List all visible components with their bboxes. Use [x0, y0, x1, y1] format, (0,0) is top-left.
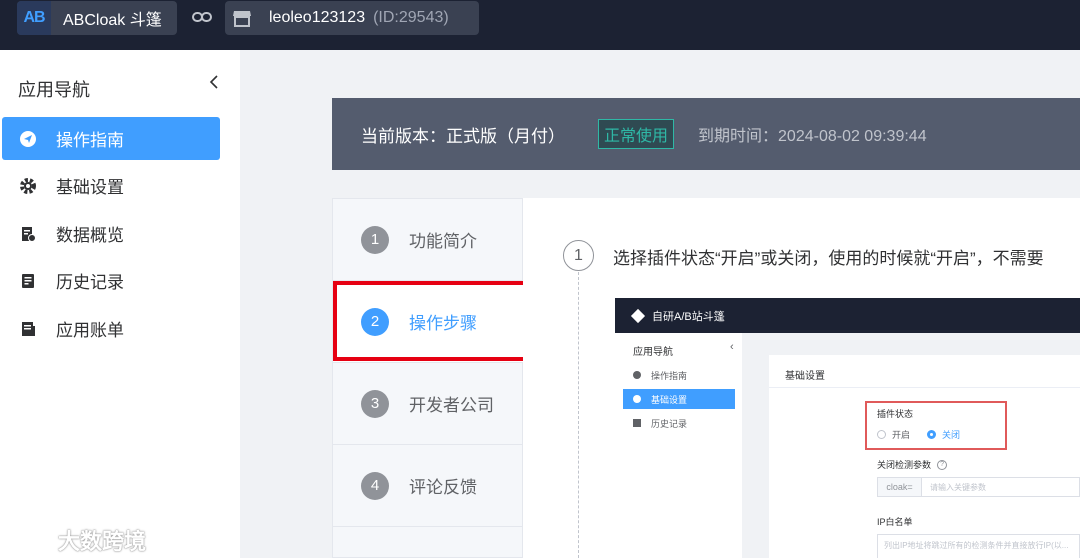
sidebar-title: 应用导航 — [18, 80, 90, 100]
status-badge: 正常使用 — [598, 119, 675, 149]
divider — [769, 387, 1080, 388]
sidebar-item-history[interactable]: 历史记录 — [2, 259, 220, 302]
ip-whitelist-label: IP白名单 — [877, 517, 913, 527]
sidebar-item-overview[interactable]: 数据概览 — [2, 212, 220, 255]
input-placeholder: 请输入关键参数 — [930, 482, 986, 492]
plugin-status-label: 插件状态 — [877, 409, 914, 419]
store-switcher[interactable]: leoleo123123 (ID:29543) — [225, 1, 479, 35]
watermark-text: 大数跨境 — [58, 529, 147, 554]
app-logo: AB — [17, 1, 51, 35]
embedded-card-title: 基础设置 — [785, 371, 825, 382]
compass-icon — [633, 371, 641, 379]
embedded-topbar: 自研A/B站斗篷 — [615, 298, 1080, 333]
step-number: 3 — [361, 389, 389, 418]
store-icon — [225, 1, 259, 35]
sidebar-item-label: 操作指南 — [56, 131, 124, 150]
compass-icon — [18, 129, 38, 149]
param-label-row: 关闭检测参数 ? — [877, 458, 948, 471]
watermark-logo-icon — [10, 531, 52, 549]
step-number: 1 — [361, 225, 389, 254]
step-instruction: 选择插件状态“开启”或关闭，使用的时候就“开启”，不需要 — [613, 249, 1044, 268]
embedded-settings-card: 基础设置 插件状态 开启 关闭 关闭检测参数 ? cloak= 请输入关键参数 … — [769, 355, 1080, 558]
timeline-step-number: 1 — [563, 240, 594, 271]
steps-nav: 1 功能简介 2 操作步骤 3 开发者公司 4 评论反馈 — [332, 198, 524, 558]
step-item-intro[interactable]: 1 功能简介 — [333, 199, 524, 281]
embedded-param-input: cloak= 请输入关键参数 — [877, 477, 1080, 497]
help-icon: ? — [937, 459, 948, 470]
radio-circle — [877, 430, 886, 439]
timeline-line — [578, 272, 579, 558]
gear-icon — [633, 395, 641, 403]
embedded-screenshot: 自研A/B站斗篷 应用导航 ‹ 操作指南 基础设置 历史记录 基础设置 插件状态… — [615, 298, 1080, 558]
step-label: 评论反馈 — [409, 478, 477, 497]
sidebar-item-label: 历史记录 — [56, 273, 124, 292]
embedded-nav-item: 基础设置 — [623, 389, 735, 409]
expire-time: 到期时间：2024-08-02 09:39:44 — [698, 128, 927, 145]
radio-off: 关闭 — [927, 428, 960, 441]
radio-circle — [927, 430, 936, 439]
sidebar-item-label: 基础设置 — [56, 178, 124, 197]
embedded-nav-title: 应用导航 — [633, 347, 673, 358]
embedded-nav-label: 历史记录 — [651, 418, 688, 429]
version-label: 当前版本：正式版（月付） — [361, 126, 565, 146]
gear-icon — [18, 176, 38, 196]
radio-label: 关闭 — [942, 430, 961, 440]
embedded-sidebar: 应用导航 ‹ 操作指南 基础设置 历史记录 — [615, 333, 742, 558]
sidebar-item-label: 应用账单 — [56, 321, 124, 340]
link-icon[interactable] — [191, 9, 213, 25]
data-report-icon — [18, 224, 38, 244]
bill-icon — [18, 319, 38, 339]
app-switcher[interactable]: AB ABCloak 斗篷 — [17, 1, 177, 35]
chevron-left-icon: ‹ — [730, 341, 734, 353]
step-label: 功能简介 — [409, 232, 477, 251]
document-icon — [18, 271, 38, 291]
watermark: 大数跨境 — [8, 524, 146, 556]
radio-on: 开启 — [877, 428, 910, 441]
sidebar-item-bill[interactable]: 应用账单 — [2, 307, 220, 350]
sidebar-item-label: 数据概览 — [56, 226, 124, 245]
cube-icon — [630, 308, 646, 323]
app-name: ABCloak 斗篷 — [63, 12, 162, 29]
input-prefix: cloak= — [878, 478, 922, 496]
bar-chart-icon — [633, 419, 641, 427]
step-label: 开发者公司 — [409, 396, 494, 415]
store-id: (ID:29543) — [373, 9, 449, 26]
radio-label: 开启 — [892, 430, 911, 440]
embedded-nav-item: 操作指南 — [623, 365, 735, 385]
chevron-left-icon[interactable] — [208, 74, 220, 95]
embedded-nav-label: 操作指南 — [651, 370, 688, 381]
step-item-developer[interactable]: 3 开发者公司 — [333, 363, 524, 445]
embedded-app-title: 自研A/B站斗篷 — [652, 310, 725, 323]
store-name: leoleo123123 — [269, 9, 366, 26]
sidebar-item-settings[interactable]: 基础设置 — [2, 164, 220, 207]
sidebar: 应用导航 操作指南 基础设置 数据概览 历史记录 应用账单 — [0, 50, 240, 558]
embedded-nav-label: 基础设置 — [651, 394, 688, 405]
step-number: 4 — [361, 471, 389, 500]
top-bar: AB ABCloak 斗篷 leoleo123123 (ID:29543) — [0, 0, 1080, 50]
param-label: 关闭检测参数 — [877, 460, 932, 470]
version-banner: 当前版本：正式版（月付） 正常使用 到期时间：2024-08-02 09:39:… — [332, 98, 1080, 170]
embedded-nav-item: 历史记录 — [623, 413, 735, 433]
ip-whitelist-textarea: 列出IP地址将跳过所有的检测条件并直接放行IP(以... — [877, 534, 1080, 558]
step-item-feedback[interactable]: 4 评论反馈 — [333, 445, 524, 527]
sidebar-item-guide[interactable]: 操作指南 — [2, 117, 220, 160]
highlight-annotation — [333, 281, 527, 361]
